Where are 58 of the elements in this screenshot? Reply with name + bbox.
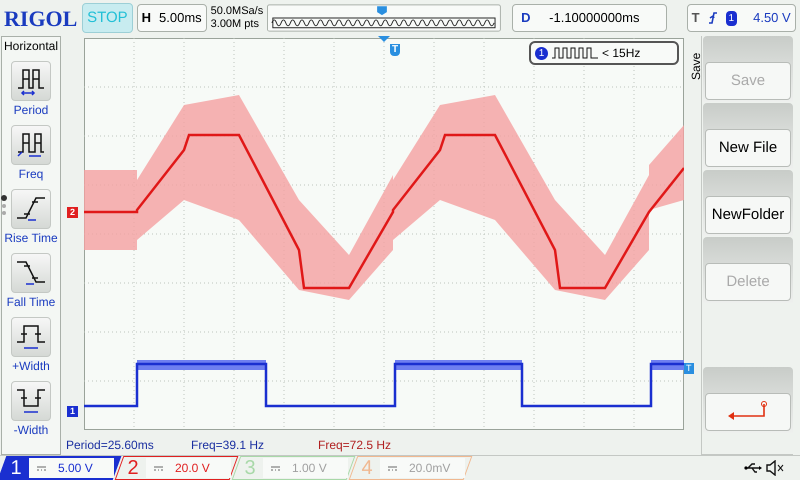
- pulse-train-icon: [552, 47, 598, 59]
- memory-depth: 3.00M pts: [210, 18, 260, 31]
- measure-label: +Width: [12, 358, 50, 375]
- channel-number: 2: [126, 456, 140, 480]
- measure-label: Freq: [18, 166, 44, 183]
- channel-tab[interactable]: 2 20.0 V: [114, 456, 238, 480]
- measure-label: Rise Time: [4, 230, 58, 247]
- menu-button[interactable]: New File: [705, 129, 791, 167]
- counter-reading: < 15Hz: [602, 45, 640, 62]
- channel-number: 4: [360, 456, 374, 480]
- trigger-position-tag: T: [390, 44, 400, 56]
- measure-button[interactable]: [11, 381, 51, 421]
- channel-offset-marker: 2: [67, 207, 78, 218]
- menu-button[interactable]: NewFolder: [705, 196, 791, 234]
- channel-scale: 1.00 V: [263, 458, 348, 478]
- dc-coupling-icon: [154, 466, 163, 470]
- measure-button[interactable]: [11, 189, 51, 229]
- channel-tab[interactable]: 1 5.00 V: [0, 456, 122, 480]
- trigger-position-marker: [378, 36, 390, 42]
- sample-rate: 50.0MSa/s: [210, 5, 264, 18]
- channel-scale: 5.00 V: [29, 458, 114, 478]
- rising-edge-icon: [708, 11, 718, 25]
- trigger-level-marker: T: [684, 363, 694, 374]
- measure-button[interactable]: [11, 61, 51, 101]
- trigger-field[interactable]: T 1 4.50 V: [686, 4, 796, 32]
- dc-coupling-icon: [271, 466, 280, 470]
- delay-value: -1.10000000ms: [549, 9, 640, 28]
- measure-label: Period: [14, 102, 48, 119]
- menu-title: Save: [688, 52, 701, 80]
- channel-number: 1: [9, 456, 23, 480]
- return-button[interactable]: [705, 393, 791, 431]
- measure-label: -Width: [14, 422, 48, 439]
- delay-field[interactable]: D -1.10000000ms: [512, 4, 667, 32]
- timebase-field[interactable]: H 5.00ms: [136, 4, 207, 32]
- dc-coupling-icon: [37, 466, 46, 470]
- channel-number: 3: [243, 456, 257, 480]
- trigger-source-badge: 1: [726, 10, 738, 26]
- timebase-label: H: [142, 9, 152, 28]
- measurement-reading: Freq=72.5 Hz: [318, 437, 392, 454]
- channel-offset-marker: 1: [67, 406, 78, 417]
- trigger-label: T: [692, 9, 700, 28]
- measure-label: Fall Time: [6, 294, 56, 311]
- measurement-reading: Freq=39.1 Hz: [191, 437, 266, 454]
- menu-title: Horizontal: [4, 38, 58, 55]
- speaker-muted-icon: [766, 460, 786, 476]
- dc-coupling-icon: [388, 466, 397, 470]
- timebase-value: 5.00ms: [159, 9, 202, 28]
- channel-scale: 20.0mV: [380, 458, 465, 478]
- measure-button[interactable]: [11, 317, 51, 357]
- trigger-level: 4.50 V: [753, 9, 791, 28]
- counter-channel-badge: 1: [535, 46, 548, 60]
- measure-button[interactable]: [11, 253, 51, 293]
- usb-icon: [744, 463, 762, 473]
- channel-scale: 20.0 V: [146, 458, 231, 478]
- measurement-reading: Period=25.60ms: [66, 437, 155, 454]
- delay-label: D: [521, 9, 532, 28]
- brand-logo: RIGOL: [4, 4, 78, 32]
- measure-button[interactable]: [11, 125, 51, 165]
